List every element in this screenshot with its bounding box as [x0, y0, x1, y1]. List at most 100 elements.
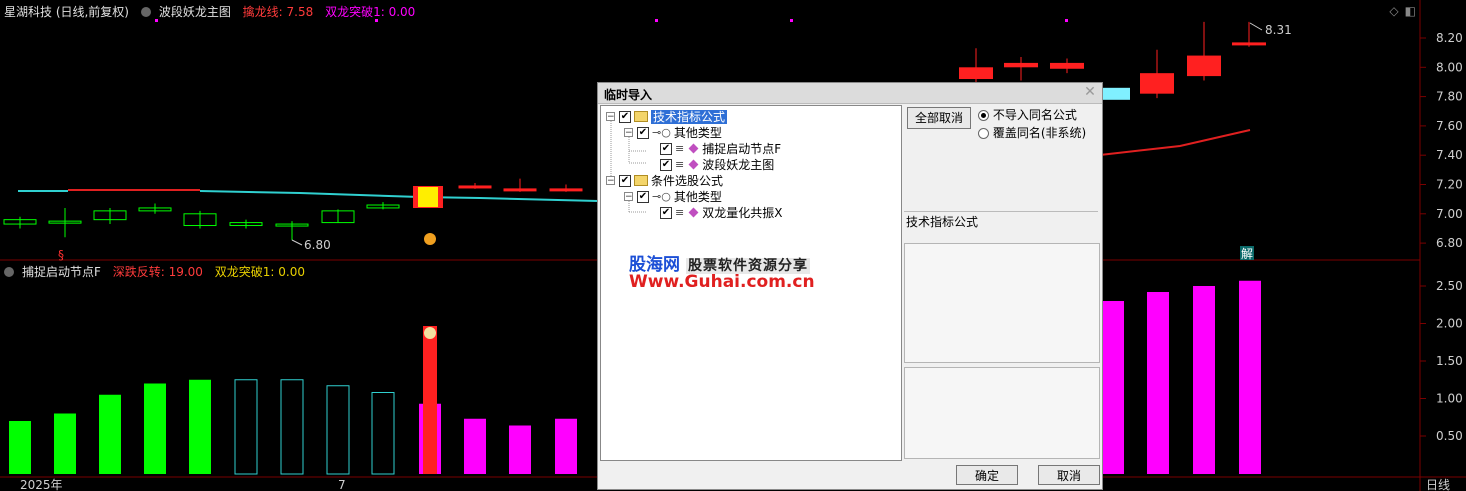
ma-line-red-right [1099, 129, 1251, 156]
detail-panel[interactable] [904, 367, 1100, 459]
formula-icon: ≡ [675, 157, 685, 171]
sub-bar [555, 418, 577, 474]
checkbox-stock-select[interactable]: ✔ [619, 174, 631, 187]
sub-bar [144, 383, 166, 474]
sub-bar [9, 421, 31, 474]
price-tick-label: 7.20 [1436, 178, 1463, 192]
candle-body [959, 67, 993, 80]
checkbox-other-type-1[interactable]: ✔ [637, 126, 649, 139]
breakout-candle-body [418, 187, 438, 207]
description-panel[interactable] [904, 243, 1100, 363]
radio-dot-overwrite[interactable] [978, 128, 989, 139]
formula-tree[interactable]: − ✔ 技术指标公式 − ✔ ⊸○ 其他类型 ✔ ≡ 捕捉启动节点F ✔ ≡ 波段妖龙主图 − ✔ 条… [600, 105, 902, 461]
dialog-title: 临时导入 [604, 88, 653, 102]
sub-indicator-toggle-icon[interactable] [4, 267, 14, 277]
indicator-toggle-icon[interactable] [140, 7, 151, 17]
sub-indicator-name[interactable]: 捕捉启动节点F [22, 265, 101, 279]
close-icon[interactable]: ✕ [1082, 84, 1098, 100]
app-window: 8.20 8.00 7.80 7.60 7.40 7.20 7.00 6.80 2.50 2.00… [0, 0, 1466, 491]
price-tick-label: 7.00 [1436, 207, 1463, 221]
sub-tick-label: 1.50 [1436, 354, 1463, 368]
sub-bar [1147, 292, 1169, 474]
radio-skip-same-name[interactable]: 不导入同名公式 [978, 107, 1077, 123]
sub-bar [1193, 286, 1215, 474]
deep-reversal-value: 深跌反转: 19.00 [112, 265, 203, 279]
diamond-icon[interactable]: ◇ [1389, 4, 1398, 18]
key-icon: ⊸○ [652, 125, 671, 139]
price-tick-label: 8.00 [1436, 60, 1463, 74]
sub-bar [54, 413, 76, 474]
collapse-icon[interactable]: − [624, 128, 633, 138]
sub-bar-hollow [234, 379, 258, 475]
high-price-label: 8.31 [1265, 23, 1292, 37]
price-tick-label: 8.20 [1436, 31, 1463, 45]
checkbox-wave-dragon[interactable]: ✔ [660, 158, 672, 171]
checkbox-double-dragon[interactable]: ✔ [660, 206, 672, 219]
signal-up-icon [424, 233, 436, 245]
sub-signal-bar [423, 326, 437, 474]
candle-body [1050, 62, 1084, 69]
low-price-label: 6.80 [304, 238, 331, 252]
layout-icon[interactable]: ◧ [1405, 4, 1416, 18]
tree-node-capture-start[interactable]: ✔ ≡ 捕捉启动节点F [656, 140, 781, 156]
tree-node-double-dragon[interactable]: ✔ ≡ 双龙量化共振X [656, 204, 782, 220]
main-header: 星湖科技 (日线,前复权) 波段妖龙主图 擒龙线: 7.58 双龙突破1: 0.… [4, 3, 423, 19]
ma-line-cyan [199, 190, 599, 202]
collapse-icon[interactable]: − [624, 192, 633, 202]
money-icon [424, 327, 436, 339]
sub-bar [99, 394, 121, 474]
candle-body [503, 188, 537, 192]
candle-body [1187, 55, 1221, 77]
window-controls: ◇ ◧ [1383, 4, 1416, 18]
signal-dot [375, 19, 378, 22]
sub-tick-label: 0.50 [1436, 429, 1463, 443]
watermark-url: Www.Guhai.com.cn [629, 272, 815, 292]
sub-bar [1102, 301, 1124, 474]
period-label: 日线 [1426, 478, 1450, 491]
diamond-icon [688, 143, 699, 154]
sub-bar-hollow [371, 392, 395, 475]
shuanglong-sub-value: 双龙突破1: 0.00 [214, 265, 305, 279]
tree-node-other-type-2[interactable]: − ✔ ⊸○ 其他类型 [624, 188, 722, 204]
collapse-icon[interactable]: − [606, 112, 615, 122]
tree-node-other-type-1[interactable]: − ✔ ⊸○ 其他类型 [624, 124, 722, 140]
formula-icon: ≡ [675, 205, 685, 219]
signal-s-label: § [58, 248, 64, 262]
key-icon: ⊸○ [652, 189, 671, 203]
qinlong-line-value: 擒龙线: 7.58 [242, 5, 314, 19]
sub-tick-label: 2.50 [1436, 279, 1463, 293]
time-label: 2025年 [20, 478, 63, 491]
cancel-all-button[interactable]: 全部取消 [907, 107, 971, 129]
time-label: 7 [338, 478, 346, 491]
radio-overwrite-same-name[interactable]: 覆盖同名(非系统) [978, 125, 1086, 141]
price-tick-label: 6.80 [1436, 236, 1463, 250]
ok-button[interactable]: 确定 [956, 465, 1018, 485]
cancel-button[interactable]: 取消 [1038, 465, 1100, 485]
formula-icon: ≡ [675, 141, 685, 155]
diamond-icon [688, 159, 699, 170]
checkbox-capture-start[interactable]: ✔ [660, 142, 672, 155]
sub-tick-label: 2.00 [1436, 317, 1463, 331]
sub-bar [189, 379, 211, 474]
dialog-titlebar[interactable]: 临时导入 ✕ [598, 83, 1102, 104]
candle-body [1140, 73, 1174, 94]
checkbox-tech-formula[interactable]: ✔ [619, 110, 631, 123]
sub-bar-hollow [326, 385, 350, 475]
jie-label: 解 [1241, 247, 1253, 261]
stock-title: 星湖科技 (日线,前复权) [4, 5, 129, 19]
sub-bar [1239, 280, 1261, 474]
signal-dot [1065, 19, 1068, 22]
shuanglong-main-value: 双龙突破1: 0.00 [325, 5, 416, 19]
low-pointer [291, 239, 303, 246]
tree-node-stock-select[interactable]: − ✔ 条件选股公式 [606, 172, 723, 188]
checkbox-other-type-2[interactable]: ✔ [637, 190, 649, 203]
signal-dot [790, 19, 793, 22]
tree-node-tech-formula[interactable]: − ✔ 技术指标公式 [606, 108, 728, 124]
radio-dot-skip[interactable] [978, 110, 989, 121]
info-heading: 技术指标公式 [906, 215, 979, 229]
main-indicator-name[interactable]: 波段妖龙主图 [159, 5, 231, 19]
sub-bar [509, 425, 531, 474]
signal-dot [655, 19, 658, 22]
collapse-icon[interactable]: − [606, 176, 615, 186]
tree-node-wave-dragon[interactable]: ✔ ≡ 波段妖龙主图 [656, 156, 774, 172]
